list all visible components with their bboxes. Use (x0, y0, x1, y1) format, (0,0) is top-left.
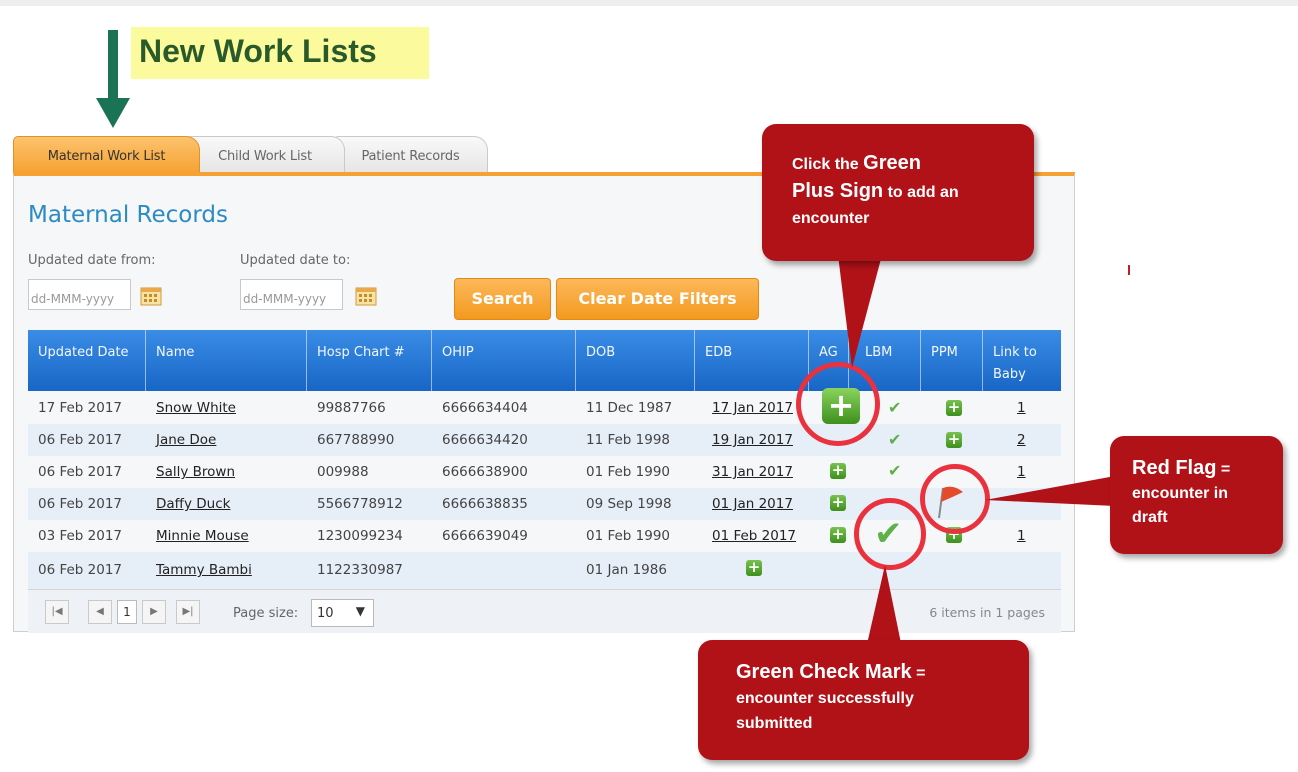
callout-green-check: Green Check Mark = encounter successfull… (698, 640, 1029, 760)
panel-title: Maternal Records (28, 202, 228, 228)
cell-name-link[interactable]: Sally Brown (156, 464, 235, 480)
callout-plus-sign: Click the Green Plus Sign to add an enco… (762, 124, 1034, 261)
cell-updated: 03 Feb 2017 (38, 528, 123, 544)
callout-pointer (985, 476, 1115, 506)
cell-edb[interactable]: 31 Jan 2017 (712, 464, 793, 480)
plus-icon[interactable]: + (830, 463, 846, 479)
pager-info: 6 items in 1 pages (929, 605, 1045, 620)
callout-red-flag: Red Flag = encounter in draft (1110, 436, 1283, 554)
check-icon[interactable]: ✔ (888, 461, 901, 480)
plus-icon[interactable]: + (830, 527, 846, 543)
cell-name-link[interactable]: Tammy Bambi (156, 562, 252, 578)
cell-edb[interactable]: 19 Jan 2017 (712, 432, 793, 448)
col-edb[interactable]: EDB (695, 330, 809, 391)
cell-ohip: 6666638900 (442, 464, 528, 480)
cell-link-baby[interactable]: 1 (1017, 528, 1026, 544)
plus-icon[interactable]: + (946, 400, 962, 416)
tab-child-work-list[interactable]: Child Work List (185, 136, 345, 172)
table-row[interactable]: 06 Feb 2017 Jane Doe 667788990 666663442… (28, 424, 1061, 456)
down-arrow-icon (96, 30, 130, 128)
cell-ohip: 6666634404 (442, 400, 528, 416)
cell-chart: 667788990 (317, 432, 395, 448)
cell-link-baby[interactable]: 1 (1017, 400, 1026, 416)
cell-name-link[interactable]: Minnie Mouse (156, 528, 249, 544)
tab-patient-records[interactable]: Patient Records (333, 136, 488, 172)
cell-name-link[interactable]: Snow White (156, 400, 236, 416)
callout-pointer (838, 255, 882, 368)
chevron-down-icon: ▼ (355, 604, 365, 618)
cell-updated: 06 Feb 2017 (38, 432, 123, 448)
page-size-label: Page size: (233, 606, 299, 621)
current-page[interactable]: 1 (117, 600, 137, 624)
cell-chart: 1122330987 (317, 562, 403, 578)
calendar-icon[interactable] (355, 286, 377, 306)
cell-dob: 11 Feb 1998 (586, 432, 671, 448)
date-to-label: Updated date to: (240, 253, 351, 268)
cell-updated: 17 Feb 2017 (38, 400, 123, 416)
cell-chart: 99887766 (317, 400, 386, 416)
previous-page-button[interactable]: ◀ (88, 600, 112, 624)
cell-dob: 09 Sep 1998 (586, 496, 672, 512)
highlight-circle (920, 464, 990, 534)
cell-ohip: 6666638835 (442, 496, 528, 512)
cell-chart: 5566778912 (317, 496, 403, 512)
cell-name-link[interactable]: Daffy Duck (156, 496, 230, 512)
date-from-input[interactable] (28, 279, 131, 310)
cell-updated: 06 Feb 2017 (38, 496, 123, 512)
cell-dob: 01 Jan 1986 (586, 562, 667, 578)
cell-name-link[interactable]: Jane Doe (156, 432, 216, 448)
cell-edb[interactable]: 01 Feb 2017 (712, 528, 796, 544)
col-dob[interactable]: DOB (576, 330, 695, 391)
plus-icon[interactable]: + (946, 432, 962, 448)
date-from-label: Updated date from: (28, 253, 156, 268)
grid-header: Updated Date Name Hosp Chart # OHIP DOB … (28, 330, 1061, 391)
first-page-button[interactable]: |◀ (45, 600, 69, 624)
table-row[interactable]: 06 Feb 2017 Sally Brown 009988 666663890… (28, 456, 1061, 488)
cell-chart: 009988 (317, 464, 369, 480)
check-icon[interactable]: ✔ (888, 398, 901, 417)
cell-updated: 06 Feb 2017 (38, 464, 123, 480)
col-hosp-chart[interactable]: Hosp Chart # (307, 330, 432, 391)
col-ohip[interactable]: OHIP (432, 330, 576, 391)
table-row[interactable]: 17 Feb 2017 Snow White 99887766 66666344… (28, 392, 1061, 424)
cell-dob: 01 Feb 1990 (586, 464, 671, 480)
search-button[interactable]: Search (454, 278, 551, 320)
cell-edb[interactable]: 01 Jan 2017 (712, 496, 793, 512)
col-name[interactable]: Name (146, 330, 307, 391)
last-page-button[interactable]: ▶| (176, 600, 200, 624)
cell-chart: 1230099234 (317, 528, 403, 544)
cell-edb[interactable]: 17 Jan 2017 (712, 400, 793, 416)
top-border (0, 0, 1298, 6)
check-icon[interactable]: ✔ (888, 430, 901, 449)
clear-date-filters-button[interactable]: Clear Date Filters (556, 278, 759, 320)
highlight-circle (796, 362, 880, 446)
plus-icon[interactable]: + (830, 495, 846, 511)
cell-updated: 06 Feb 2017 (38, 562, 123, 578)
tab-maternal-work-list[interactable]: Maternal Work List (13, 136, 200, 172)
cell-dob: 11 Dec 1987 (586, 400, 673, 416)
col-updated-date[interactable]: Updated Date (28, 330, 146, 391)
date-to-input[interactable] (240, 279, 343, 310)
calendar-icon[interactable] (140, 286, 162, 306)
plus-icon[interactable]: + (746, 560, 762, 576)
page-heading: New Work Lists (131, 27, 429, 79)
cell-dob: 01 Feb 1990 (586, 528, 671, 544)
highlight-circle (854, 498, 926, 570)
page-size-select[interactable]: 10 ▼ (311, 599, 374, 627)
cell-ohip: 6666639049 (442, 528, 528, 544)
cell-ohip: 6666634420 (442, 432, 528, 448)
cell-link-baby[interactable]: 2 (1017, 432, 1026, 448)
col-link-to-baby[interactable]: Link to Baby (983, 330, 1061, 391)
col-ppm[interactable]: PPM (921, 330, 983, 391)
next-page-button[interactable]: ▶ (142, 600, 166, 624)
stray-mark (1128, 265, 1130, 275)
